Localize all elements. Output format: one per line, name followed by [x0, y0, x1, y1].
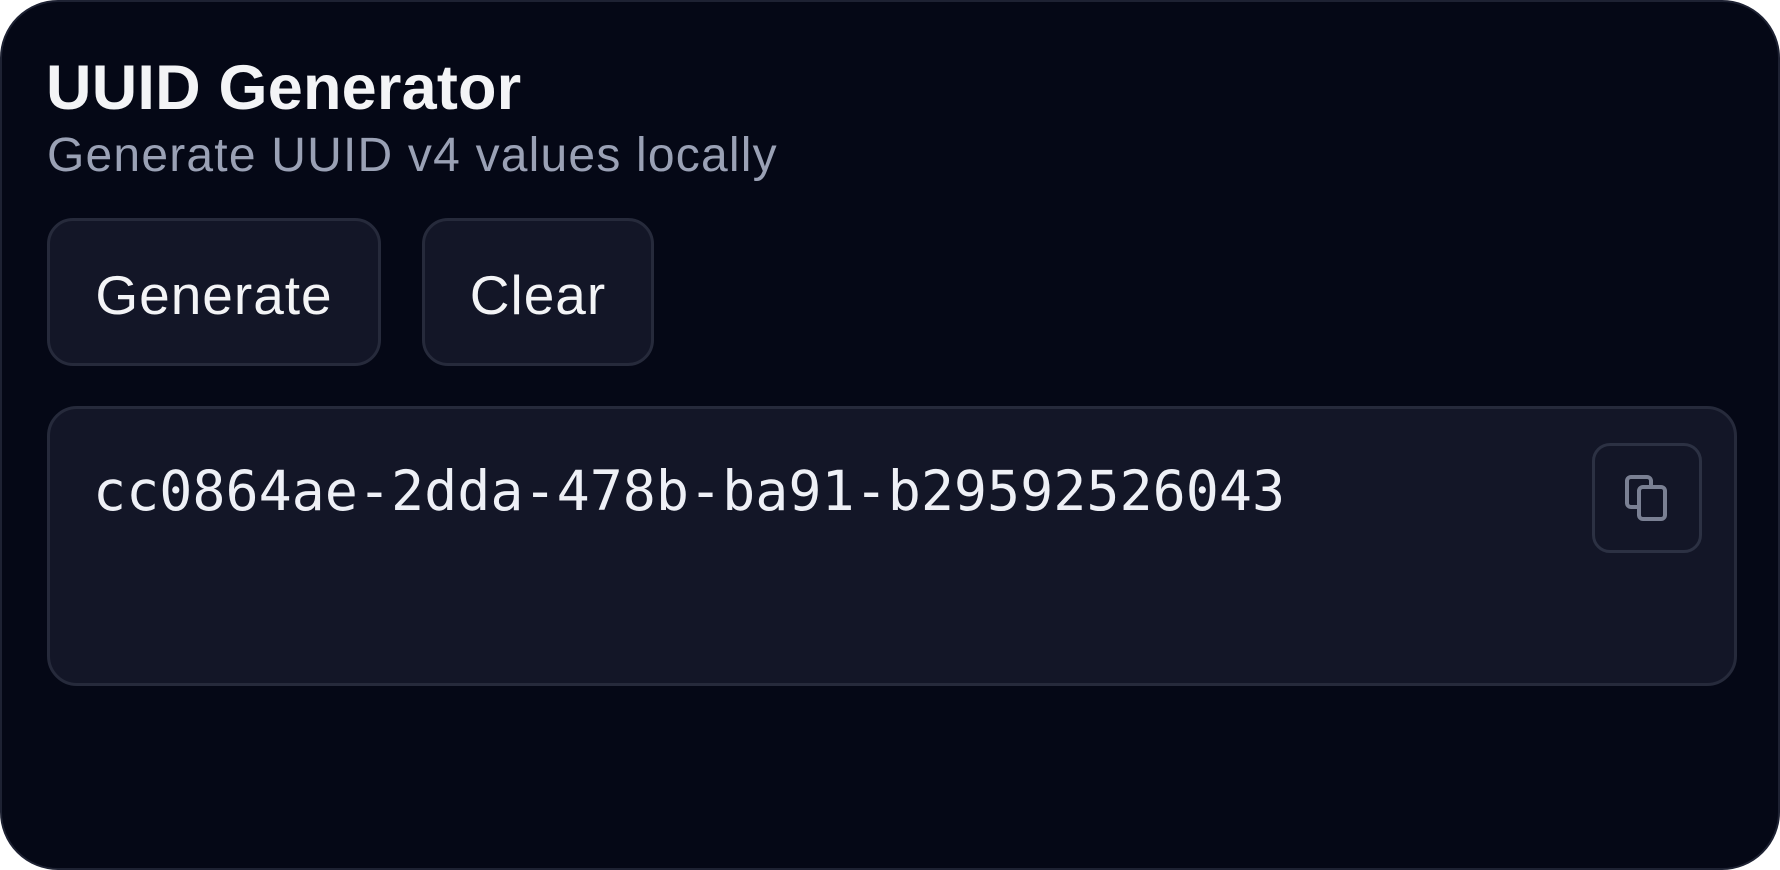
page-subtitle: Generate UUID v4 values locally	[47, 129, 778, 182]
copy-icon	[1625, 475, 1669, 521]
uuid-output-box: cc0864ae-2dda-478b-ba91-b29592526043	[47, 406, 1737, 686]
copy-button[interactable]	[1592, 443, 1702, 553]
generate-button[interactable]: Generate	[47, 218, 381, 366]
clear-button[interactable]: Clear	[422, 218, 654, 366]
page-title: UUID Generator	[46, 53, 522, 123]
uuid-value[interactable]: cc0864ae-2dda-478b-ba91-b29592526043	[93, 459, 1285, 523]
uuid-generator-card: UUID Generator Generate UUID v4 values l…	[0, 0, 1780, 870]
